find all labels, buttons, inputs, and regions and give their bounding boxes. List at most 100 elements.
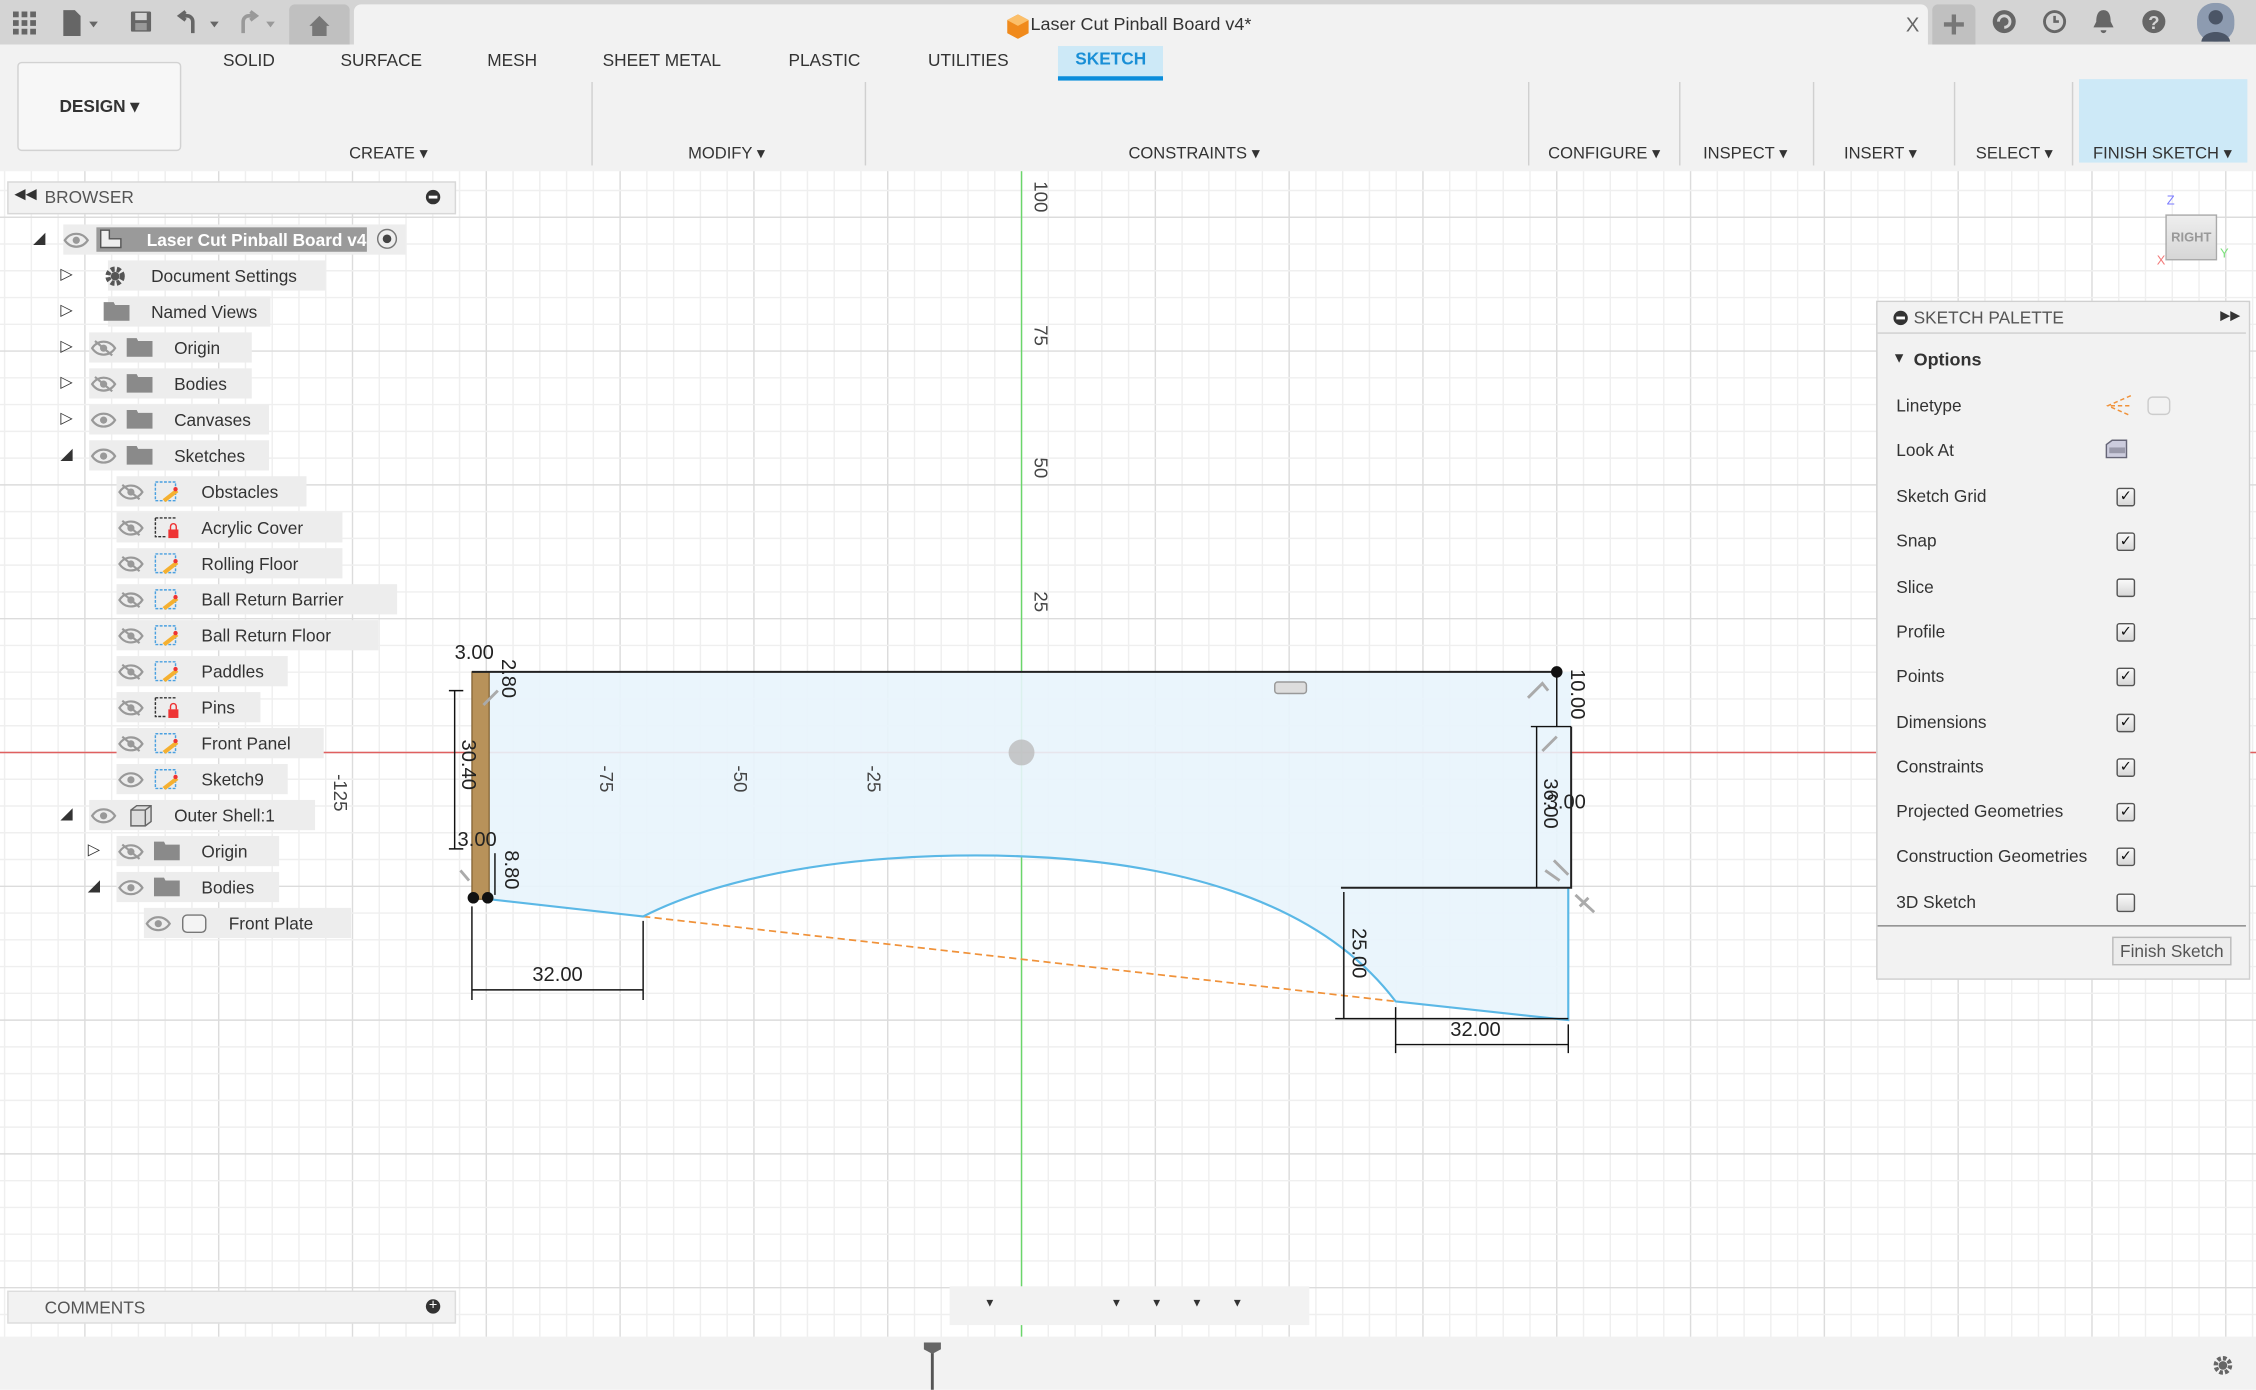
configure-table-icon[interactable] <box>1610 82 1662 134</box>
fix-constraint-icon[interactable] <box>881 82 933 134</box>
user-avatar[interactable] <box>2197 2 2235 42</box>
clock-icon[interactable] <box>2042 9 2068 35</box>
eye-icon[interactable] <box>90 447 117 469</box>
mirror-tool-icon[interactable] <box>460 82 512 134</box>
tab-sheet-metal[interactable]: SHEET METAL <box>603 50 721 70</box>
expand-triangle-icon[interactable]: ▷ <box>60 301 72 319</box>
checkbox-constraints[interactable]: ✓ <box>2116 757 2136 777</box>
chevron-down-icon[interactable]: ▼ <box>984 1296 995 1309</box>
activate-component-radio[interactable] <box>376 228 398 249</box>
eye-hidden-icon[interactable] <box>118 591 144 613</box>
options-section-title[interactable]: Options <box>1914 350 1982 370</box>
dimension-label[interactable]: 32.00 <box>532 964 582 986</box>
checkbox-profile[interactable]: ✓ <box>2116 622 2136 642</box>
expand-triangle-icon[interactable]: ▷ <box>60 373 72 391</box>
eye-hidden-icon[interactable] <box>118 555 144 577</box>
checkbox-points[interactable]: ✓ <box>2116 667 2136 687</box>
construction-line[interactable] <box>643 915 1396 1003</box>
chevron-down-icon[interactable]: ▼ <box>1151 1296 1162 1309</box>
horizontal-constraint-icon[interactable] <box>1274 681 1308 695</box>
eye-icon[interactable] <box>145 915 172 937</box>
browser-item-outer-shell-1[interactable]: ◢ Outer Shell:1 <box>0 799 460 831</box>
coincident-constraint-icon[interactable] <box>945 82 997 134</box>
profile-region[interactable] <box>489 671 1572 1021</box>
measure-icon[interactable] <box>1721 82 1773 134</box>
browser-item-pins[interactable]: Pins <box>0 692 460 723</box>
parallel-constraint-icon[interactable] <box>1140 82 1192 134</box>
timeline-marker[interactable] <box>923 1342 941 1390</box>
group-menu-insert[interactable]: INSERT ▾ <box>1844 142 1917 162</box>
eye-hidden-icon[interactable] <box>118 483 144 505</box>
eye-icon[interactable] <box>63 232 90 254</box>
collapse-triangle-icon[interactable]: ◢ <box>88 876 100 895</box>
lock-constraint-icon[interactable] <box>1268 82 1320 134</box>
fillet-tool-icon[interactable] <box>607 82 659 134</box>
file-menu-icon[interactable] <box>60 9 103 38</box>
eye-icon[interactable] <box>118 879 144 901</box>
eye-icon[interactable] <box>118 771 144 793</box>
document-tab[interactable]: Laser Cut Pinball Board v4* X <box>353 4 1928 45</box>
add-comment-icon[interactable]: + <box>425 1298 441 1314</box>
dimension-label[interactable]: 3.00 <box>1547 792 1586 814</box>
job-status-icon[interactable] <box>1991 9 2017 35</box>
tangent-constraint-icon[interactable] <box>1007 82 1059 134</box>
dimension-label[interactable]: 10.00 <box>1566 669 1588 719</box>
browser-item-laser-cut-pinball-board-v4[interactable]: ◢ Laser Cut Pinball Board v4 <box>0 224 460 255</box>
eye-hidden-icon[interactable] <box>90 376 117 398</box>
checkbox-snap[interactable]: ✓ <box>2116 532 2136 552</box>
eye-icon[interactable] <box>90 411 117 433</box>
checkbox-sketch-grid[interactable]: ✓ <box>2116 487 2136 507</box>
browser-item-ball-return-floor[interactable]: Ball Return Floor <box>0 620 460 651</box>
app-grid-icon[interactable] <box>12 11 36 35</box>
perpendicular-constraint-icon[interactable] <box>1204 82 1256 134</box>
group-menu-create[interactable]: CREATE ▾ <box>349 142 428 162</box>
tab-sketch[interactable]: SKETCH <box>1057 46 1164 81</box>
expand-triangle-icon[interactable]: ▷ <box>60 409 72 427</box>
browser-item-ball-return-barrier[interactable]: Ball Return Barrier <box>0 584 460 615</box>
close-tab-button[interactable]: X <box>1906 13 1919 36</box>
browser-item-sketch9[interactable]: Sketch9 <box>0 763 460 795</box>
group-menu-modify[interactable]: MODIFY ▾ <box>688 142 765 162</box>
checkbox-slice[interactable] <box>2116 577 2136 597</box>
group-menu-finish-sketch[interactable]: FINISH SKETCH ▾ <box>2093 142 2232 162</box>
chevron-down-icon[interactable]: ▼ <box>1191 1296 1202 1309</box>
eye-hidden-icon[interactable] <box>118 663 144 685</box>
eye-hidden-icon[interactable] <box>118 627 144 649</box>
expand-triangle-icon[interactable]: ▷ <box>88 840 100 859</box>
select-icon[interactable] <box>1987 82 2039 134</box>
browser-item-bodies[interactable]: ▷ Bodies <box>0 368 460 399</box>
dimension-label[interactable]: 2.80 <box>497 659 519 698</box>
palette-pin-icon[interactable] <box>1893 310 1908 326</box>
dimension-tool-icon[interactable] <box>525 82 577 134</box>
sketch-scale-icon[interactable] <box>801 82 853 134</box>
insert-canvas-icon[interactable] <box>1888 82 1940 134</box>
midpoint-constraint-icon[interactable] <box>1460 82 1512 134</box>
finish-sketch-button[interactable]: Finish Sketch <box>2112 936 2232 966</box>
line-tool-icon[interactable] <box>204 82 256 134</box>
browser-item-origin[interactable]: ▷ Origin <box>0 835 460 867</box>
change-parameters-icon[interactable] <box>1544 82 1596 134</box>
dimension-label[interactable]: 25.00 <box>1347 928 1369 978</box>
browser-item-obstacles[interactable]: Obstacles <box>0 476 460 507</box>
comments-panel-header[interactable]: COMMENTS + <box>7 1290 457 1324</box>
home-button[interactable] <box>289 4 350 45</box>
browser-item-rolling-floor[interactable]: Rolling Floor <box>0 548 460 579</box>
tab-surface[interactable]: SURFACE <box>340 50 422 70</box>
group-menu-select[interactable]: SELECT ▾ <box>1976 142 2053 162</box>
symmetry-constraint-icon[interactable] <box>1332 82 1384 134</box>
workspace-switcher[interactable]: DESIGN ▾ <box>17 61 182 152</box>
concentric-constraint-icon[interactable] <box>1397 82 1449 134</box>
centerline-linetype-icon[interactable] <box>2145 393 2174 419</box>
new-tab-button[interactable] <box>1932 4 1976 45</box>
browser-item-acrylic-cover[interactable]: Acrylic Cover <box>0 512 460 543</box>
expand-triangle-icon[interactable]: ▷ <box>60 337 72 355</box>
view-cube-face[interactable]: RIGHT <box>2165 214 2218 261</box>
collapse-triangle-icon[interactable]: ◢ <box>60 804 72 823</box>
browser-item-paddles[interactable]: Paddles <box>0 656 460 687</box>
undo-icon[interactable] <box>176 9 222 38</box>
equal-constraint-icon[interactable] <box>1075 82 1127 134</box>
eye-hidden-icon[interactable] <box>118 699 144 721</box>
group-menu-configure[interactable]: CONFIGURE ▾ <box>1548 142 1660 162</box>
collapse-triangle-icon[interactable]: ◢ <box>60 445 72 463</box>
redo-icon[interactable] <box>235 9 281 38</box>
